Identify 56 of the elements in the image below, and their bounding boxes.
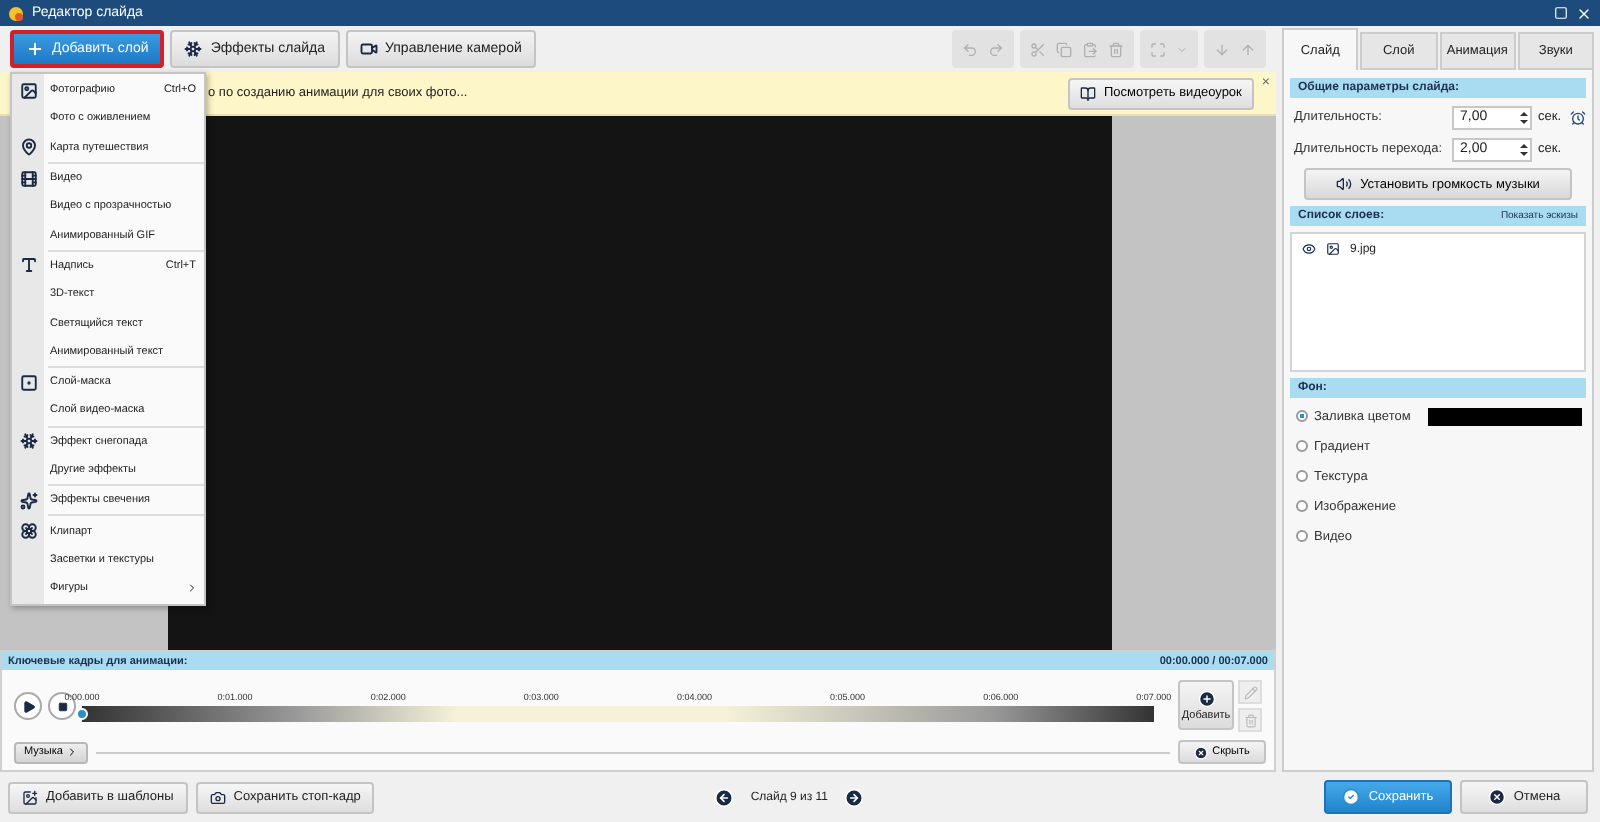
stop-icon (57, 701, 67, 711)
fit-icon[interactable] (1150, 41, 1166, 57)
delete-icon[interactable] (1108, 41, 1124, 57)
book-icon (1079, 85, 1096, 101)
playhead[interactable] (76, 707, 88, 719)
speaker-icon (1336, 176, 1353, 192)
image-icon (1326, 242, 1340, 256)
plus-icon (26, 40, 44, 58)
video-camera-icon (359, 40, 377, 58)
redo-icon[interactable] (988, 41, 1004, 57)
maximize-icon[interactable] (1554, 6, 1568, 20)
mask-icon (19, 373, 37, 392)
copy-icon[interactable] (1056, 41, 1072, 57)
image-icon (19, 81, 37, 100)
paste-icon[interactable] (1082, 41, 1098, 57)
trash-icon (1243, 713, 1257, 727)
arrow-left-icon (714, 787, 735, 807)
sparkles-icon (19, 491, 37, 510)
radio-button[interactable] (1296, 440, 1308, 452)
edit-button[interactable] (1238, 680, 1262, 704)
camera-icon (209, 789, 226, 805)
undo-icon[interactable] (962, 41, 978, 57)
arrow-down-icon[interactable] (1214, 41, 1230, 57)
map-pin-icon (19, 138, 37, 157)
close-icon (1487, 788, 1506, 806)
next-slide-button[interactable] (844, 787, 865, 807)
app-logo-icon (8, 5, 24, 21)
chevron-icon (66, 746, 79, 758)
close-icon[interactable] (1576, 5, 1592, 21)
check-icon (1342, 788, 1361, 806)
color-swatch[interactable] (1428, 407, 1582, 425)
alarm-clock-icon[interactable] (1570, 109, 1586, 125)
letter-icon (19, 256, 37, 275)
snowflake-icon (184, 40, 203, 58)
pencil-icon (1243, 685, 1257, 699)
timeline-track[interactable] (82, 705, 1154, 721)
plus-icon (1197, 689, 1215, 707)
arrow-up-icon[interactable] (1240, 41, 1256, 57)
play-button[interactable] (14, 692, 42, 720)
radio-button[interactable] (1296, 410, 1308, 422)
spin-arrows-icon[interactable] (1520, 141, 1528, 157)
close-icon (1194, 745, 1209, 759)
play-icon (21, 699, 35, 713)
cut-icon[interactable] (1030, 41, 1046, 57)
flower-icon (19, 522, 37, 541)
snowflake-icon (19, 432, 37, 451)
film-icon (19, 169, 37, 188)
previous-slide-button[interactable] (714, 787, 735, 807)
radio-button[interactable] (1296, 530, 1308, 542)
arrow-right-icon (844, 787, 865, 807)
image-plus-icon (22, 789, 38, 805)
eye-icon[interactable] (1302, 242, 1316, 256)
delete-button[interactable] (1238, 708, 1262, 732)
radio-button[interactable] (1296, 470, 1308, 482)
spin-arrows-icon[interactable] (1520, 109, 1528, 125)
radio-button[interactable] (1296, 500, 1308, 512)
